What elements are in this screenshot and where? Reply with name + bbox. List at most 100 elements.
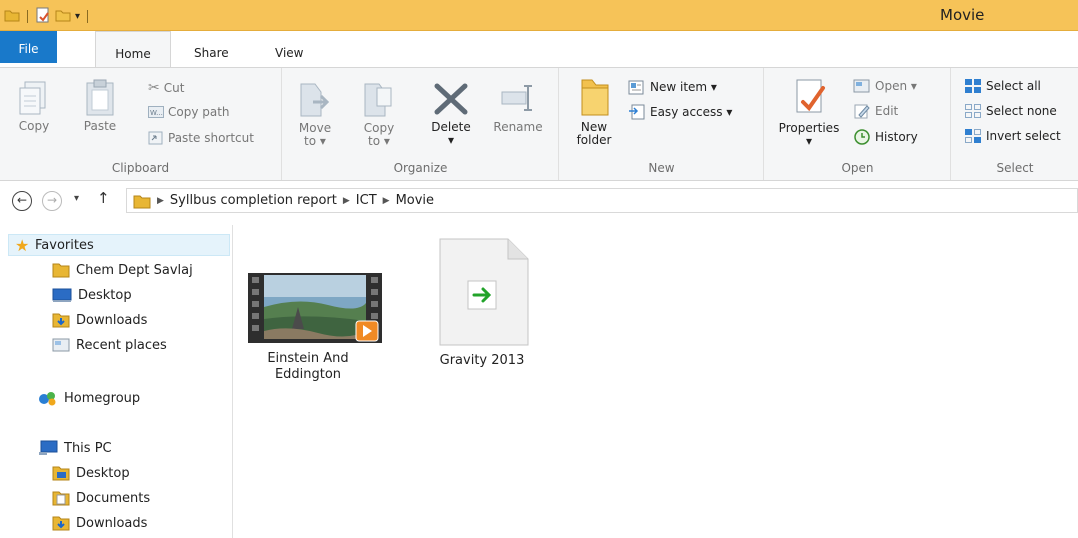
address-bar-row: ← → ▾ ↑ ▶ Syllbus completion report ▶ IC… [0,183,1078,217]
nav-label: Desktop [76,465,130,481]
folder-icon [133,195,151,208]
open-button[interactable]: Open ▾ [853,78,917,94]
breadcrumb[interactable]: ▶ Syllbus completion report ▶ ICT ▶ Movi… [126,188,1078,213]
navigation-pane: ★ Favorites Chem Dept Savlaj Desktop Dow… [0,225,233,538]
nav-label: Chem Dept Savlaj [76,262,193,278]
new-group: New folder New item ▾ Easy access ▾ New [560,68,764,180]
copy-path-icon: W... [148,106,164,118]
nav-recent-places[interactable]: Recent places [52,334,167,356]
tab-file[interactable]: File [0,31,57,63]
ribbon: Copy Paste ✂ Cut W... Copy path Paste sh… [0,67,1078,181]
nav-label: Desktop [78,287,132,303]
paste-button[interactable]: Paste [80,78,120,133]
copy-label: Copy [18,119,50,133]
move-to-button[interactable]: Move to ▾ [293,80,337,148]
history-button[interactable]: History [853,128,918,146]
copy-to-label-2: to ▾ [368,134,390,148]
window-title: Movie [940,6,985,24]
copy-to-button[interactable]: Copy to ▾ [357,80,401,148]
star-icon: ★ [15,235,30,255]
shortcut-file-icon [439,238,529,346]
new-folder-label-2: folder [576,133,612,147]
tab-view[interactable]: View [263,31,315,67]
file-name-line-2: Eddington [274,367,342,382]
recent-locations-chevron-icon[interactable]: ▾ [74,193,79,204]
history-label: History [875,130,918,144]
breadcrumb-item[interactable]: ICT [356,193,377,208]
file-name-line-1: Einstein And [267,351,349,366]
cut-label: Cut [163,81,185,95]
open-group-label: Open [841,161,874,175]
easy-access-icon [629,104,645,120]
video-file-icon [248,273,382,343]
paste-shortcut-icon [148,131,163,145]
documents-icon [52,491,70,506]
computer-icon [39,440,58,455]
nav-favorites[interactable]: ★ Favorites [8,234,230,256]
nav-label: Recent places [76,337,167,353]
nav-desktop-pc[interactable]: Desktop [52,462,130,484]
copy-button[interactable]: Copy [14,80,54,133]
easy-access-button[interactable]: Easy access ▾ [628,104,732,120]
properties-qat-icon[interactable] [35,7,51,26]
cut-icon: ✂ [148,80,160,96]
nav-label: Favorites [35,237,94,253]
breadcrumb-item[interactable]: Movie [396,193,434,208]
new-item-icon [628,80,644,95]
properties-button[interactable]: Properties ▾ [771,76,847,148]
nav-downloads-favorite[interactable]: Downloads [52,309,147,331]
properties-icon [796,79,825,113]
open-icon [853,79,870,93]
delete-button[interactable]: Delete ▾ [423,80,479,147]
edit-icon [854,104,870,119]
edit-button[interactable]: Edit [853,103,898,119]
rename-button[interactable]: Rename [489,80,547,134]
forward-button[interactable]: → [42,191,62,211]
customize-qat-icon[interactable]: ▾ [75,11,80,22]
history-icon [854,129,870,145]
copy-icon [19,81,46,115]
organize-group-label: Organize [393,161,448,175]
breadcrumb-separator-icon: ▶ [342,195,350,206]
breadcrumb-separator-icon: ▶ [157,195,164,206]
select-none-button[interactable]: Select none [964,103,1057,119]
svg-text:W...: W... [150,109,163,117]
file-item-shortcut[interactable]: Gravity 2013 [422,237,542,369]
paste-shortcut-label: Paste shortcut [168,131,254,145]
up-arrow-icon[interactable]: ↑ [97,189,110,207]
nav-chem-dept-savlaj[interactable]: Chem Dept Savlaj [52,259,193,281]
tab-share[interactable]: Share [182,31,241,67]
file-item-video[interactable]: Einstein And Eddington [248,269,382,383]
nav-documents[interactable]: Documents [52,487,150,509]
paste-shortcut-button[interactable]: Paste shortcut [148,131,254,145]
organize-group: Move to ▾ Copy to ▾ Delete ▾ Rename Orga… [283,68,559,180]
nav-downloads-pc[interactable]: Downloads [52,512,147,534]
properties-arrow: ▾ [805,134,813,148]
tab-home[interactable]: Home [95,31,171,68]
nav-desktop-favorite[interactable]: Desktop [52,284,132,306]
clipboard-group-label: Clipboard [111,161,170,175]
select-all-button[interactable]: Select all [964,78,1041,94]
copy-to-icon [364,83,392,117]
new-item-button[interactable]: New item ▾ [628,78,717,96]
homegroup-icon [39,392,56,406]
rename-label: Rename [493,120,543,134]
nav-homegroup[interactable]: Homegroup [38,387,140,409]
new-folder-button[interactable]: New folder [570,76,618,147]
delete-icon [434,83,468,115]
new-folder-qat-icon[interactable] [55,8,71,25]
back-button[interactable]: ← [12,191,32,211]
nav-this-pc[interactable]: This PC [38,437,112,459]
new-folder-icon [581,79,609,116]
nav-label: Documents [76,490,151,506]
easy-access-label: Easy access ▾ [650,105,733,119]
rename-icon [501,85,532,111]
open-group: Properties ▾ Open ▾ Edit History Open [765,68,951,180]
copy-path-label: Copy path [168,105,230,119]
desktop-icon [52,288,72,302]
breadcrumb-item[interactable]: Syllbus completion report [170,193,337,208]
invert-selection-button[interactable]: Invert select [964,128,1061,144]
cut-button[interactable]: ✂ Cut [148,80,184,96]
recent-places-icon [52,338,70,352]
copy-path-button[interactable]: W... Copy path [148,105,230,119]
